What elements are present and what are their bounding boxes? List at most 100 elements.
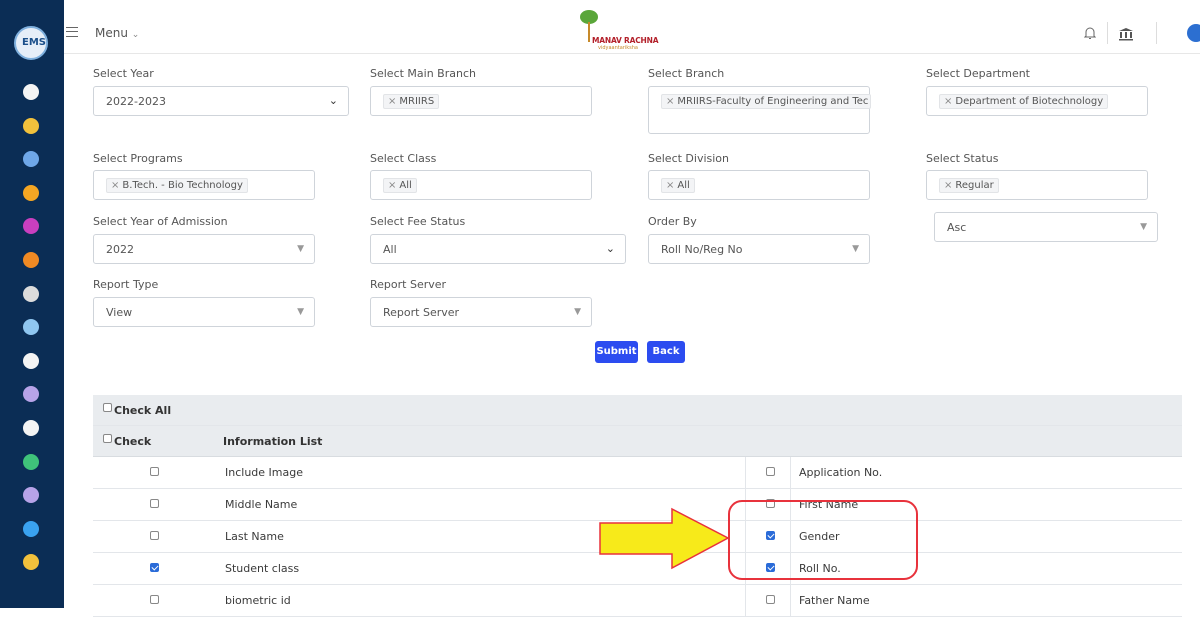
module-icon-4[interactable]: [23, 184, 39, 201]
branch-value: MRIIRS-Faculty of Engineering and Tec: [677, 96, 869, 107]
chevron-down-icon: ⌄: [131, 30, 140, 40]
bell-icon[interactable]: [1084, 26, 1096, 40]
row-left-checkbox[interactable]: [150, 563, 159, 572]
order-by-value: Roll No/Reg No: [661, 243, 743, 256]
year-of-admission-value: 2022: [106, 243, 134, 256]
year-label: Select Year: [93, 67, 154, 80]
menu-dropdown[interactable]: Menu ⌄: [95, 26, 139, 40]
class-label: Select Class: [370, 152, 437, 165]
module-icon-10[interactable]: [23, 386, 39, 403]
year-of-admission-label: Select Year of Admission: [93, 215, 228, 228]
report-server-value: Report Server: [383, 306, 460, 319]
brand-tagline: vidyaantariksha: [598, 45, 638, 51]
fee-status-select[interactable]: All ⌄: [370, 234, 626, 264]
department-multiselect[interactable]: × Department of Biotechnology: [926, 86, 1148, 116]
module-icon-15[interactable]: [23, 554, 39, 571]
module-icon-12[interactable]: [23, 453, 39, 470]
dropdown-arrow-icon: ▼: [1140, 222, 1147, 232]
department-value: Department of Biotechnology: [955, 96, 1104, 107]
report-type-select[interactable]: View ▼: [93, 297, 315, 327]
department-chip[interactable]: × Department of Biotechnology: [939, 94, 1109, 109]
remove-icon[interactable]: ×: [944, 180, 952, 191]
back-button[interactable]: Back: [647, 341, 685, 363]
check-all-label: Check All: [114, 404, 172, 417]
app-logo-text: EMS: [22, 37, 46, 48]
report-server-select[interactable]: Report Server ▼: [370, 297, 592, 327]
remove-icon[interactable]: ×: [388, 180, 396, 191]
class-multiselect[interactable]: × All: [370, 170, 592, 200]
module-icon-7[interactable]: [23, 285, 39, 302]
annotation-highlight-box: [728, 500, 918, 580]
main-branch-value: MRIIRS: [399, 96, 435, 107]
module-icon-3[interactable]: [23, 151, 39, 168]
institution-icon[interactable]: [1118, 27, 1134, 41]
year-select[interactable]: 2022-2023 ⌄: [93, 86, 349, 116]
remove-icon[interactable]: ×: [666, 180, 674, 191]
report-type-label: Report Type: [93, 278, 159, 291]
module-icon-2[interactable]: [23, 117, 39, 134]
dropdown-arrow-icon: ▼: [852, 244, 859, 254]
remove-icon[interactable]: ×: [388, 96, 396, 107]
class-chip[interactable]: × All: [383, 178, 417, 193]
module-icon-13[interactable]: [23, 487, 39, 504]
column-divider: [745, 457, 746, 489]
order-by-label: Order By: [648, 215, 697, 228]
division-label: Select Division: [648, 152, 730, 165]
module-icon-1[interactable]: [23, 84, 39, 100]
module-icon-6[interactable]: [23, 252, 39, 268]
hamburger-icon[interactable]: [66, 27, 78, 37]
row-left-label: Include Image: [225, 466, 303, 479]
sort-direction-value: Asc: [947, 221, 967, 234]
programs-value: B.Tech. - Bio Technology: [122, 180, 243, 191]
row-left-checkbox[interactable]: [150, 467, 159, 476]
submit-button[interactable]: Submit: [595, 341, 638, 363]
module-icon-11[interactable]: [23, 420, 39, 436]
remove-icon[interactable]: ×: [111, 180, 119, 191]
row-left-label: Student class: [225, 562, 300, 575]
check-column-checkbox[interactable]: [103, 434, 112, 443]
row-left-label: Middle Name: [225, 498, 298, 511]
app-logo[interactable]: EMS: [14, 26, 48, 60]
status-multiselect[interactable]: × Regular: [926, 170, 1148, 200]
remove-icon[interactable]: ×: [666, 96, 674, 107]
row-left-checkbox[interactable]: [150, 595, 159, 604]
avatar[interactable]: [1187, 24, 1200, 42]
branch-multiselect[interactable]: × MRIIRS-Faculty of Engineering and Tec: [648, 86, 871, 134]
sort-direction-select[interactable]: Asc ▼: [934, 212, 1158, 242]
division-multiselect[interactable]: × All: [648, 170, 870, 200]
main-branch-label: Select Main Branch: [370, 67, 476, 80]
status-value: Regular: [955, 180, 994, 191]
brand-name: MANAV RACHNA: [592, 36, 659, 45]
row-right-label: Father Name: [799, 594, 870, 607]
module-icon-9[interactable]: [23, 352, 39, 369]
column-divider: [745, 585, 746, 617]
year-of-admission-select[interactable]: 2022 ▼: [93, 234, 315, 264]
module-icon-5[interactable]: [23, 218, 39, 235]
programs-multiselect[interactable]: × B.Tech. - Bio Technology: [93, 170, 315, 200]
annotation-arrow-icon: [599, 507, 730, 570]
column-divider: [790, 585, 791, 617]
row-left-checkbox[interactable]: [150, 499, 159, 508]
chevron-down-icon: ⌄: [605, 242, 615, 255]
remove-icon[interactable]: ×: [944, 96, 952, 107]
divider: [1107, 22, 1108, 44]
main-branch-multiselect[interactable]: × MRIIRS: [370, 86, 592, 116]
row-left-checkbox[interactable]: [150, 531, 159, 540]
main-branch-chip[interactable]: × MRIIRS: [383, 94, 440, 109]
branch-chip[interactable]: × MRIIRS-Faculty of Engineering and Tec: [661, 94, 871, 109]
module-icon-14[interactable]: [23, 520, 39, 537]
module-icon-8[interactable]: [23, 319, 39, 336]
row-right-label: Application No.: [799, 466, 883, 479]
division-chip[interactable]: × All: [661, 178, 695, 193]
check-all-checkbox[interactable]: [103, 403, 112, 412]
status-chip[interactable]: × Regular: [939, 178, 999, 193]
column-divider: [790, 457, 791, 489]
row-right-checkbox[interactable]: [766, 467, 775, 476]
row-left-label: biometric id: [225, 594, 291, 607]
chevron-down-icon: ⌄: [328, 94, 338, 107]
row-right-checkbox[interactable]: [766, 595, 775, 604]
order-by-select[interactable]: Roll No/Reg No ▼: [648, 234, 870, 264]
fee-status-label: Select Fee Status: [370, 215, 466, 228]
sidebar: EMS: [0, 0, 64, 608]
programs-chip[interactable]: × B.Tech. - Bio Technology: [106, 178, 248, 193]
